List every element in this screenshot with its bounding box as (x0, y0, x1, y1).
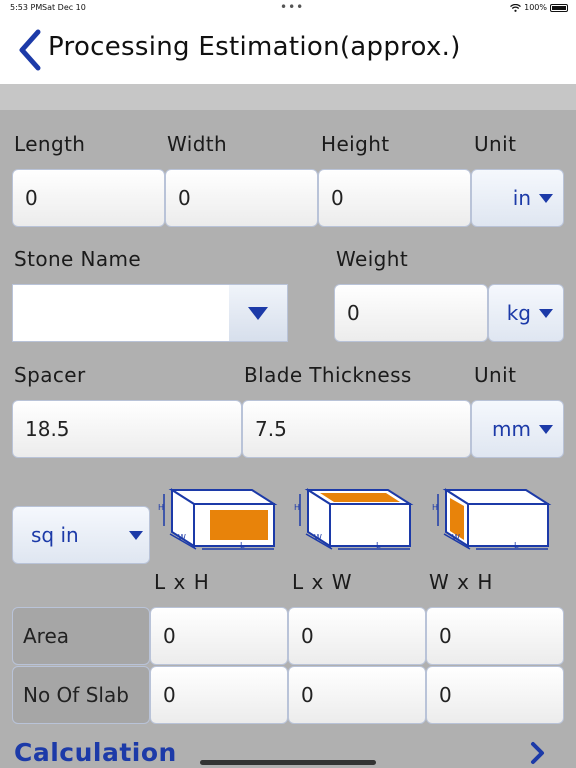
home-indicator[interactable] (200, 760, 376, 765)
area-unit-dropdown[interactable]: sq in (12, 506, 150, 564)
svg-text:L: L (376, 541, 381, 550)
svg-text:W: W (178, 533, 186, 542)
chevron-down-icon (539, 193, 553, 203)
multitasking-dots-icon[interactable]: ••• (280, 0, 304, 14)
slab-lxw-value: 0 (288, 666, 426, 724)
column-header-lxw: L x W (292, 570, 353, 594)
stone-name-select[interactable] (12, 284, 288, 342)
area-lxh-value: 0 (150, 607, 288, 665)
header-divider-band (0, 84, 576, 110)
chevron-down-icon (248, 306, 268, 320)
height-input[interactable]: 0 (318, 169, 471, 227)
cube-wxh-face-icon: H W L (432, 488, 552, 550)
column-header-wxh: W x H (429, 570, 494, 594)
svg-text:L: L (514, 541, 519, 550)
chevron-right-icon[interactable] (528, 738, 548, 768)
slab-wxh-value: 0 (426, 666, 564, 724)
svg-text:L: L (240, 541, 245, 550)
length-label: Length (14, 132, 86, 156)
svg-text:H: H (432, 503, 438, 512)
area-unit-value: sq in (31, 523, 79, 547)
chevron-down-icon (539, 424, 553, 434)
dimension-unit-value: in (512, 186, 531, 210)
blade-thickness-input[interactable]: 7.5 (242, 400, 471, 458)
svg-text:W: W (314, 533, 322, 542)
wifi-icon (510, 3, 522, 12)
blade-thickness-label: Blade Thickness (244, 363, 412, 387)
status-time: 5:53 PM (10, 3, 43, 12)
no-of-slab-row-label: No Of Slab (12, 666, 150, 724)
area-wxh-value: 0 (426, 607, 564, 665)
stone-name-label: Stone Name (14, 247, 142, 271)
svg-text:H: H (294, 503, 300, 512)
battery-icon (550, 3, 568, 12)
height-label: Height (321, 132, 390, 156)
svg-text:H: H (158, 503, 164, 512)
weight-input[interactable]: 0 (334, 284, 488, 342)
width-input[interactable]: 0 (165, 169, 318, 227)
weight-label: Weight (336, 247, 409, 271)
spacer-input[interactable]: 18.5 (12, 400, 242, 458)
status-right: 100% (510, 3, 568, 12)
area-lxw-value: 0 (288, 607, 426, 665)
cube-lxh-face-icon: H W L (158, 488, 278, 550)
calculation-link[interactable]: Calculation (14, 738, 177, 767)
battery-percent: 100% (524, 3, 547, 12)
stone-name-dropdown-button[interactable] (229, 285, 287, 341)
weight-unit-dropdown[interactable]: kg (488, 284, 564, 342)
dimension-unit-dropdown[interactable]: in (471, 169, 564, 227)
back-chevron-icon[interactable] (14, 28, 44, 72)
slab-lxh-value: 0 (150, 666, 288, 724)
width-label: Width (167, 132, 228, 156)
chevron-down-icon (539, 308, 553, 318)
cutting-unit-dropdown[interactable]: mm (471, 400, 564, 458)
unit-label: Unit (474, 132, 517, 156)
length-input[interactable]: 0 (12, 169, 165, 227)
cutting-unit-value: mm (492, 417, 531, 441)
spacer-label: Spacer (14, 363, 86, 387)
weight-unit-value: kg (506, 301, 531, 325)
chevron-down-icon (129, 530, 143, 540)
cutting-unit-label: Unit (474, 363, 517, 387)
navigation-bar: Processing Estimation(approx.) (0, 16, 576, 84)
column-header-lxh: L x H (154, 570, 210, 594)
status-bar: 5:53 PM Sat Dec 10 ••• 100% (0, 0, 576, 16)
area-row-label: Area (12, 607, 150, 665)
page-title: Processing Estimation(approx.) (48, 32, 461, 62)
svg-text:W: W (452, 533, 460, 542)
cube-lxw-face-icon: H W L (294, 488, 414, 550)
status-date: Sat Dec 10 (42, 3, 86, 12)
